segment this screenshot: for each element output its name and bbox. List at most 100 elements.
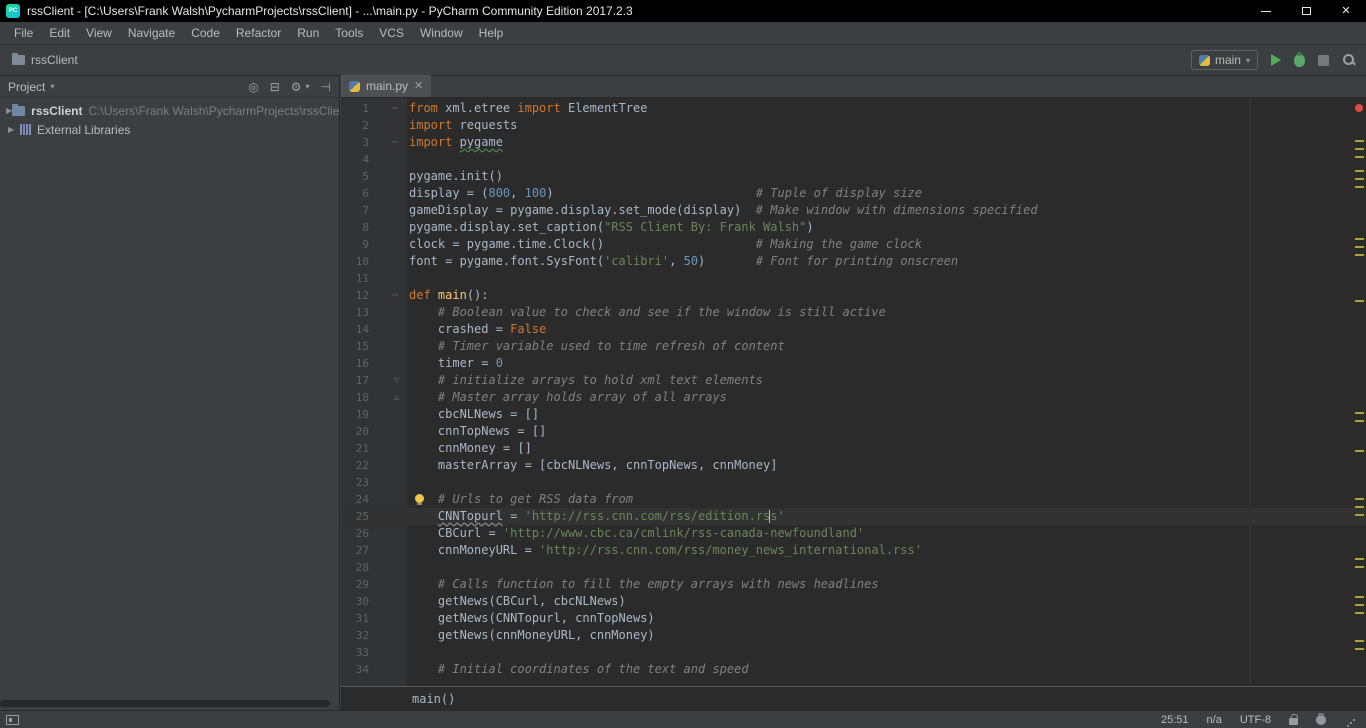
code-line-9[interactable]: 9clock = pygame.time.Clock() # Making th…	[341, 236, 1366, 253]
code-line-4[interactable]: 4	[341, 151, 1366, 168]
line-separator[interactable]: n/a	[1207, 714, 1222, 726]
code-line-10[interactable]: 10font = pygame.font.SysFont('calibri', …	[341, 253, 1366, 270]
menu-vcs[interactable]: VCS	[371, 22, 412, 45]
code-line-27[interactable]: 27 cnnMoneyURL = 'http://rss.cnn.com/rss…	[341, 542, 1366, 559]
locate-icon[interactable]: ◎	[248, 80, 258, 94]
warning-stripe-mark[interactable]	[1355, 648, 1364, 650]
collapse-all-icon[interactable]: ⊟	[270, 80, 280, 94]
fold-marker-icon[interactable]: −	[369, 134, 407, 151]
error-stripe[interactable]	[1352, 98, 1366, 686]
line-number[interactable]: 5	[341, 168, 369, 185]
warning-stripe-mark[interactable]	[1355, 596, 1364, 598]
warning-stripe-mark[interactable]	[1355, 178, 1364, 180]
minimize-button[interactable]	[1246, 0, 1286, 22]
warning-stripe-mark[interactable]	[1355, 640, 1364, 642]
expand-arrow-icon[interactable]: ▶	[8, 125, 20, 134]
warning-stripe-mark[interactable]	[1355, 498, 1364, 500]
line-number[interactable]: 34	[341, 661, 369, 678]
code-line-22[interactable]: 22 masterArray = [cbcNLNews, cnnTopNews,…	[341, 457, 1366, 474]
code-line-3[interactable]: 3−import pygame	[341, 134, 1366, 151]
menu-edit[interactable]: Edit	[41, 22, 78, 45]
lock-icon[interactable]	[1289, 718, 1298, 725]
code-line-6[interactable]: 6display = (800, 100) # Tuple of display…	[341, 185, 1366, 202]
line-number[interactable]: 1	[341, 100, 369, 117]
line-number[interactable]: 29	[341, 576, 369, 593]
code-line-16[interactable]: 16 timer = 0	[341, 355, 1366, 372]
code-line-11[interactable]: 11	[341, 270, 1366, 287]
warning-stripe-mark[interactable]	[1355, 566, 1364, 568]
warning-stripe-mark[interactable]	[1355, 140, 1364, 142]
tree-node-external-libraries[interactable]: ▶ External Libraries	[0, 120, 339, 139]
fold-marker-icon[interactable]: ▿	[369, 372, 407, 389]
line-number[interactable]: 13	[341, 304, 369, 321]
line-number[interactable]: 10	[341, 253, 369, 270]
menu-window[interactable]: Window	[412, 22, 471, 45]
code-line-31[interactable]: 31 getNews(CNNTopurl, cnnTopNews)	[341, 610, 1366, 627]
run-button[interactable]	[1271, 54, 1281, 66]
line-number[interactable]: 25	[341, 508, 369, 525]
line-number[interactable]: 12	[341, 287, 369, 304]
project-horizontal-scrollbar[interactable]	[0, 700, 330, 707]
line-number[interactable]: 14	[341, 321, 369, 338]
line-number[interactable]: 22	[341, 457, 369, 474]
caret-position[interactable]: 25:51	[1161, 714, 1189, 726]
line-number[interactable]: 33	[341, 644, 369, 661]
line-number[interactable]: 16	[341, 355, 369, 372]
warning-stripe-mark[interactable]	[1355, 558, 1364, 560]
line-number[interactable]: 21	[341, 440, 369, 457]
code-line-19[interactable]: 19 cbcNLNews = []	[341, 406, 1366, 423]
menu-tools[interactable]: Tools	[327, 22, 371, 45]
line-number[interactable]: 8	[341, 219, 369, 236]
code-line-30[interactable]: 30 getNews(CBCurl, cbcNLNews)	[341, 593, 1366, 610]
warning-stripe-mark[interactable]	[1355, 612, 1364, 614]
navigation-bar[interactable]: rssClient	[0, 53, 78, 67]
project-panel-title[interactable]: Project	[8, 80, 45, 94]
menu-run[interactable]: Run	[289, 22, 327, 45]
line-number[interactable]: 17	[341, 372, 369, 389]
tab-close-icon[interactable]: ✕	[414, 81, 423, 92]
line-number[interactable]: 27	[341, 542, 369, 559]
fold-marker-icon[interactable]: −	[369, 287, 407, 304]
warning-stripe-mark[interactable]	[1355, 186, 1364, 188]
menu-code[interactable]: Code	[183, 22, 228, 45]
line-number[interactable]: 7	[341, 202, 369, 219]
menu-navigate[interactable]: Navigate	[120, 22, 183, 45]
code-line-34[interactable]: 34 # Initial coordinates of the text and…	[341, 661, 1366, 678]
line-number[interactable]: 3	[341, 134, 369, 151]
code-line-2[interactable]: 2import requests	[341, 117, 1366, 134]
breadcrumb-scope[interactable]: main()	[412, 692, 455, 706]
menu-file[interactable]: File	[6, 22, 41, 45]
toolwindow-switcher-icon[interactable]	[6, 715, 19, 725]
warning-stripe-mark[interactable]	[1355, 604, 1364, 606]
warning-stripe-mark[interactable]	[1355, 450, 1364, 452]
code-line-20[interactable]: 20 cnnTopNews = []	[341, 423, 1366, 440]
warning-stripe-mark[interactable]	[1355, 506, 1364, 508]
code-line-13[interactable]: 13 # Boolean value to check and see if t…	[341, 304, 1366, 321]
code-line-29[interactable]: 29 # Calls function to fill the empty ar…	[341, 576, 1366, 593]
code-line-24[interactable]: 24 # Urls to get RSS data from	[341, 491, 1366, 508]
fold-marker-icon[interactable]: −	[369, 100, 407, 117]
settings-gear-icon[interactable]: ⚙	[291, 80, 302, 94]
code-line-5[interactable]: 5pygame.init()	[341, 168, 1366, 185]
warning-stripe-mark[interactable]	[1355, 412, 1364, 414]
code-line-12[interactable]: 12−def main():	[341, 287, 1366, 304]
code-line-14[interactable]: 14 crashed = False	[341, 321, 1366, 338]
warning-stripe-mark[interactable]	[1355, 300, 1364, 302]
menu-view[interactable]: View	[78, 22, 120, 45]
code-line-7[interactable]: 7gameDisplay = pygame.display.set_mode(d…	[341, 202, 1366, 219]
stop-button[interactable]	[1318, 55, 1329, 66]
line-number[interactable]: 26	[341, 525, 369, 542]
code-line-28[interactable]: 28	[341, 559, 1366, 576]
warning-stripe-mark[interactable]	[1355, 246, 1364, 248]
warning-stripe-mark[interactable]	[1355, 254, 1364, 256]
line-number[interactable]: 11	[341, 270, 369, 287]
code-line-21[interactable]: 21 cnnMoney = []	[341, 440, 1366, 457]
code-line-25[interactable]: 25 CNNTopurl = 'http://rss.cnn.com/rss/e…	[341, 508, 1366, 525]
close-button[interactable]: ✕	[1326, 0, 1366, 22]
code-line-1[interactable]: 1−from xml.etree import ElementTree	[341, 100, 1366, 117]
line-number[interactable]: 28	[341, 559, 369, 576]
line-number[interactable]: 19	[341, 406, 369, 423]
code-line-32[interactable]: 32 getNews(cnnMoneyURL, cnnMoney)	[341, 627, 1366, 644]
navbar-project-name[interactable]: rssClient	[31, 53, 78, 67]
line-number[interactable]: 2	[341, 117, 369, 134]
